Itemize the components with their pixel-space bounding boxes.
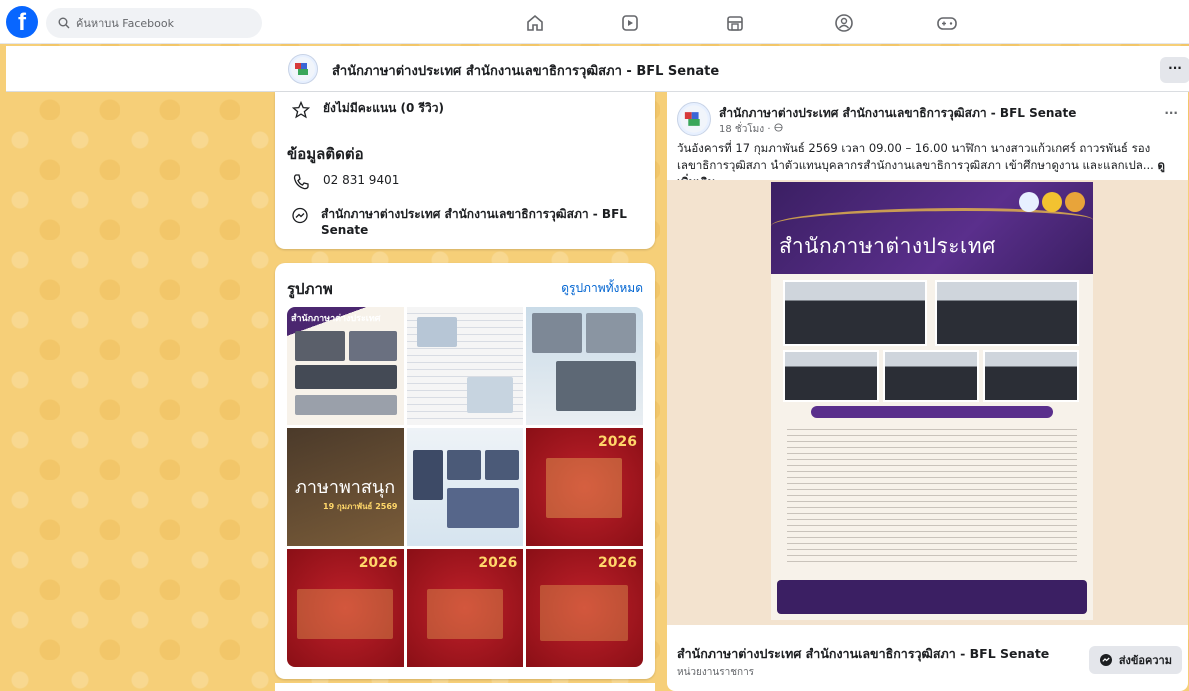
send-message-button[interactable]: ส่งข้อความ bbox=[1088, 646, 1182, 674]
rating-text: ยังไม่มีคะแนน (0 รีวิว) bbox=[323, 101, 444, 115]
page-logo-icon bbox=[291, 57, 315, 81]
info-card: ยังไม่มีคะแนน (0 รีวิว) ข้อมูลติดต่อ 02 … bbox=[275, 92, 655, 249]
poster-body-text bbox=[787, 424, 1077, 564]
search-placeholder: ค้นหาบน Facebook bbox=[76, 17, 174, 30]
post-footer-category: หน่วยงานราชการ bbox=[677, 667, 755, 678]
photo-tile[interactable] bbox=[526, 307, 643, 425]
globe-icon bbox=[774, 123, 783, 132]
video-icon[interactable] bbox=[619, 12, 641, 34]
photo-tile[interactable]: 2026 bbox=[526, 549, 643, 667]
poster-footer bbox=[777, 580, 1087, 614]
tile-year: 2026 bbox=[598, 555, 637, 571]
top-navigation-bar: f ค้นหาบน Facebook bbox=[0, 0, 1189, 44]
next-card-peek bbox=[275, 683, 655, 691]
more-options-button[interactable]: ··· bbox=[1160, 57, 1189, 83]
post-body: วันอังคารที่ 17 กุมภาพันธ์ 2569 เวลา 09.… bbox=[677, 141, 1158, 172]
photos-title: รูปภาพ bbox=[287, 280, 333, 298]
post-footer-title[interactable]: สำนักภาษาต่างประเทศ สำนักงานเลขาธิการวุฒ… bbox=[677, 644, 1049, 664]
poster-photo bbox=[883, 350, 979, 402]
messenger-icon bbox=[1099, 654, 1112, 666]
post-author-avatar[interactable] bbox=[677, 102, 711, 136]
tile-label: สำนักภาษาต่างประเทศ bbox=[291, 314, 381, 324]
post-poster-image: สำนักภาษาต่างประเทศ bbox=[771, 182, 1093, 620]
messenger-icon bbox=[291, 206, 309, 226]
home-icon[interactable] bbox=[524, 12, 546, 34]
contact-section-title: ข้อมูลติดต่อ bbox=[287, 145, 364, 163]
tile-year: 2026 bbox=[478, 555, 518, 571]
search-input[interactable]: ค้นหาบน Facebook bbox=[46, 8, 262, 38]
rating-row: ยังไม่มีคะแนน (0 รีวิว) bbox=[291, 100, 444, 120]
post-timestamp[interactable]: 18 ชั่วโมง · bbox=[719, 122, 783, 137]
marketplace-icon[interactable] bbox=[724, 12, 746, 34]
photo-tile[interactable]: 2026 bbox=[406, 549, 524, 667]
search-icon bbox=[58, 17, 70, 29]
poster-photo bbox=[783, 350, 879, 402]
photo-tile[interactable]: สำนักภาษาต่างประเทศ bbox=[287, 307, 404, 425]
photo-tile[interactable]: ภาษาพาสนุก 19 กุมภาพันธ์ 2569 bbox=[287, 428, 404, 546]
tile-headline: ภาษาพาสนุก bbox=[295, 477, 396, 498]
phone-number[interactable]: 02 831 9401 bbox=[323, 172, 399, 188]
poster-title: สำนักภาษาต่างประเทศ bbox=[779, 234, 996, 258]
photo-tile[interactable] bbox=[406, 307, 524, 425]
page-title: สำนักภาษาต่างประเทศ สำนักงานเลขาธิการวุฒ… bbox=[332, 64, 720, 79]
see-all-photos-link[interactable]: ดูรูปภาพทั้งหมด bbox=[561, 279, 643, 298]
photo-grid: สำนักภาษาต่างประเทศ ภาษาพาสนุก 19 กุมภาพ… bbox=[287, 307, 643, 667]
poster-logos bbox=[1019, 192, 1085, 212]
poster-photo bbox=[983, 350, 1079, 402]
photos-card: รูปภาพ ดูรูปภาพทั้งหมด สำนักภาษาต่างประเ… bbox=[275, 263, 655, 679]
post-author-name[interactable]: สำนักภาษาต่างประเทศ สำนักงานเลขาธิการวุฒ… bbox=[719, 104, 1076, 123]
phone-row: 02 831 9401 bbox=[291, 172, 399, 192]
poster-photo bbox=[783, 280, 927, 346]
phone-icon bbox=[291, 172, 311, 192]
page-avatar[interactable] bbox=[288, 54, 318, 84]
send-message-label: ส่งข้อความ bbox=[1118, 654, 1172, 667]
photo-tile[interactable] bbox=[406, 428, 524, 546]
poster-banner bbox=[811, 406, 1053, 418]
post-more-button[interactable]: ··· bbox=[1164, 106, 1178, 120]
page-header-bar: สำนักภาษาต่างประเทศ สำนักงานเลขาธิการวุฒ… bbox=[6, 46, 1189, 92]
post-image-area[interactable]: สำนักภาษาต่างประเทศ bbox=[667, 180, 1188, 625]
post-time-text: 18 ชั่วโมง · bbox=[719, 124, 774, 135]
poster-photo bbox=[935, 280, 1079, 346]
tile-year: 2026 bbox=[598, 434, 637, 450]
page-logo-icon bbox=[680, 105, 708, 133]
gaming-icon[interactable] bbox=[936, 12, 958, 34]
facebook-logo[interactable]: f bbox=[6, 6, 38, 38]
photo-tile[interactable]: 2026 bbox=[287, 549, 404, 667]
tile-date: 19 กุมภาพันธ์ 2569 bbox=[323, 502, 398, 511]
photo-tile[interactable]: 2026 bbox=[526, 428, 643, 546]
star-icon bbox=[291, 100, 311, 120]
messenger-row: สำนักภาษาต่างประเทศ สำนักงานเลขาธิการวุฒ… bbox=[291, 206, 636, 238]
groups-icon[interactable] bbox=[833, 12, 855, 34]
tile-year: 2026 bbox=[358, 555, 398, 571]
post-card: สำนักภาษาต่างประเทศ สำนักงานเลขาธิการวุฒ… bbox=[667, 92, 1188, 691]
messenger-link[interactable]: สำนักภาษาต่างประเทศ สำนักงานเลขาธิการวุฒ… bbox=[321, 206, 636, 238]
